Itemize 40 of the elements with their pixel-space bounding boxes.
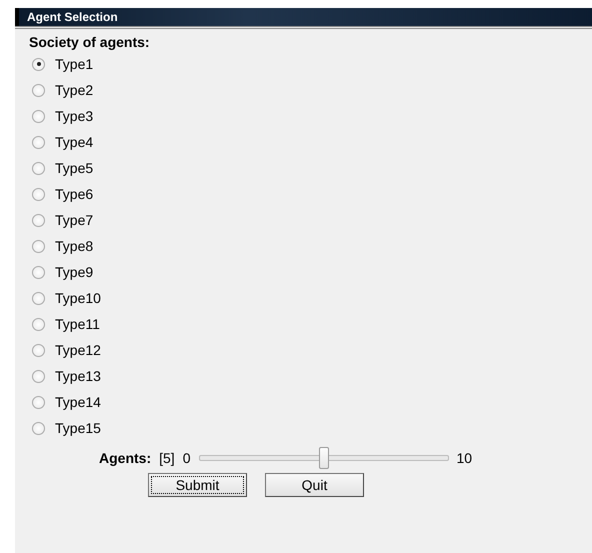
radio-label[interactable]: Type10	[55, 290, 101, 306]
radio-button[interactable]	[32, 84, 45, 96]
radio-label[interactable]: Type1	[55, 56, 94, 72]
radio-label[interactable]: Type4	[55, 134, 94, 150]
quit-button[interactable]: Quit	[265, 473, 364, 497]
radio-button[interactable]	[32, 396, 45, 408]
slider-thumb[interactable]	[318, 447, 328, 469]
radio-label[interactable]: Type12	[55, 342, 101, 358]
radio-label[interactable]: Type3	[55, 108, 94, 124]
radio-button[interactable]	[32, 292, 45, 304]
radio-label[interactable]: Type11	[55, 316, 100, 332]
group-heading: Society of agents:	[29, 34, 151, 51]
slider-label: Agents:	[99, 450, 152, 466]
radio-button[interactable]	[32, 344, 45, 356]
slider-min: 0	[182, 450, 190, 466]
radio-button[interactable]	[32, 188, 45, 200]
radio-button[interactable]	[32, 214, 45, 226]
radio-label[interactable]: Type5	[55, 160, 94, 176]
radio-label[interactable]: Type6	[55, 186, 94, 202]
radio-label[interactable]: Type2	[55, 82, 94, 98]
radio-button[interactable]	[32, 422, 45, 434]
radio-button[interactable]	[32, 136, 45, 148]
radio-button[interactable]	[32, 110, 45, 122]
radio-button[interactable]	[32, 370, 45, 382]
radio-button[interactable]	[32, 266, 45, 278]
radio-button[interactable]	[32, 240, 45, 252]
radio-label[interactable]: Type7	[55, 212, 94, 228]
slider[interactable]	[198, 447, 448, 469]
radio-button[interactable]	[32, 58, 45, 70]
window-title: Agent Selection	[27, 10, 118, 24]
radio-button[interactable]	[32, 318, 45, 330]
slider-value: [5]	[159, 450, 175, 466]
radio-label[interactable]: Type14	[55, 394, 101, 410]
radio-label[interactable]: Type8	[55, 238, 94, 254]
slider-max: 10	[456, 450, 472, 466]
radio-label[interactable]: Type15	[55, 420, 101, 436]
radio-label[interactable]: Type9	[55, 264, 94, 280]
radio-label[interactable]: Type13	[55, 368, 101, 384]
radio-button[interactable]	[32, 162, 45, 174]
submit-button[interactable]: Submit	[148, 473, 247, 497]
